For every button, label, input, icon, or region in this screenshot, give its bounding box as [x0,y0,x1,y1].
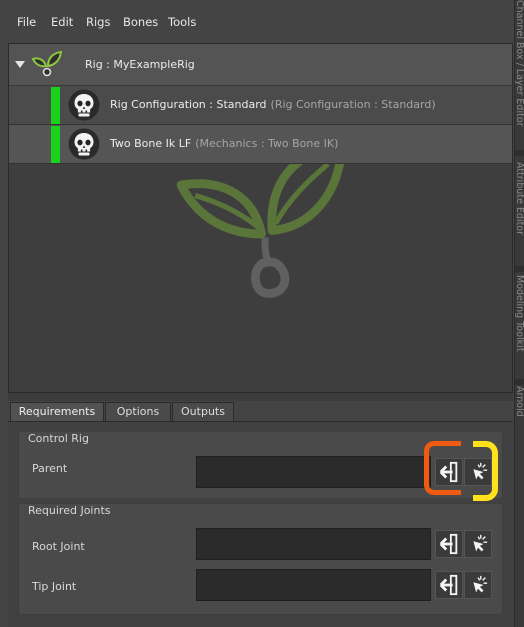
status-indicator [51,87,60,124]
skull-icon [68,89,100,121]
status-indicator [51,126,60,163]
arrow-left-icon [438,533,460,555]
rig-tree-view[interactable]: Rig : MyExampleRig Rig Configuration : S… [8,43,513,393]
root-joint-field[interactable] [196,528,431,560]
root-rig-label: Rig : MyExampleRig [85,58,195,71]
component-label: Rig Configuration : Standard (Rig Configu… [110,98,436,111]
tab-requirements[interactable]: Requirements [10,402,104,421]
tab-bar: Requirements Options Outputs [8,402,513,421]
menu-rigs[interactable]: Rigs [86,15,110,29]
pick-tip-joint-button[interactable] [464,571,492,599]
set-tip-joint-button[interactable] [435,571,463,599]
menu-edit[interactable]: Edit [51,15,73,29]
pick-cursor-icon [467,574,489,596]
skull-icon [68,128,100,160]
set-root-joint-button[interactable] [435,530,463,558]
group-title-required-joints: Required Joints [28,504,111,517]
root-joint-label: Root Joint [32,540,85,553]
tip-joint-field[interactable] [196,569,431,601]
pick-cursor-icon [467,533,489,555]
pick-root-joint-button[interactable] [464,530,492,558]
tree-row-root[interactable]: Rig : MyExampleRig [9,44,512,86]
tree-row-component[interactable]: Rig Configuration : Standard (Rig Configu… [9,86,512,125]
arrow-left-icon [438,574,460,596]
expand-triangle-icon[interactable] [15,61,25,68]
menu-bones[interactable]: Bones [123,15,158,29]
tip-joint-label: Tip Joint [32,580,77,593]
yellow-highlight-bracket [473,441,498,501]
component-label: Two Bone Ik LF (Mechanics : Two Bone IK) [110,137,339,150]
tab-options[interactable]: Options [105,402,171,421]
side-tab-attribute-editor[interactable]: Attribute Editor [515,162,524,266]
orange-highlight-bracket [424,441,461,495]
parent-field[interactable] [196,456,431,488]
pane-splitter[interactable] [8,393,513,401]
side-tab-strip: Channel Box / Layer Editor Attribute Edi… [514,0,524,627]
menu-tools[interactable]: Tools [168,15,196,29]
side-tab-arnold[interactable]: Arnold [515,386,524,430]
group-title-control-rig: Control Rig [28,432,89,445]
tab-outputs[interactable]: Outputs [172,402,234,421]
side-tab-channel-box[interactable]: Channel Box / Layer Editor [515,0,524,150]
parent-label: Parent [32,462,68,475]
leaf-icon [32,50,62,77]
menu-bar: File Edit Rigs Bones Tools [0,0,514,44]
tree-row-component[interactable]: Two Bone Ik LF (Mechanics : Two Bone IK) [9,125,512,164]
menu-file[interactable]: File [17,15,36,29]
side-tab-modeling-toolkit[interactable]: Modeling Toolkit [515,275,524,379]
